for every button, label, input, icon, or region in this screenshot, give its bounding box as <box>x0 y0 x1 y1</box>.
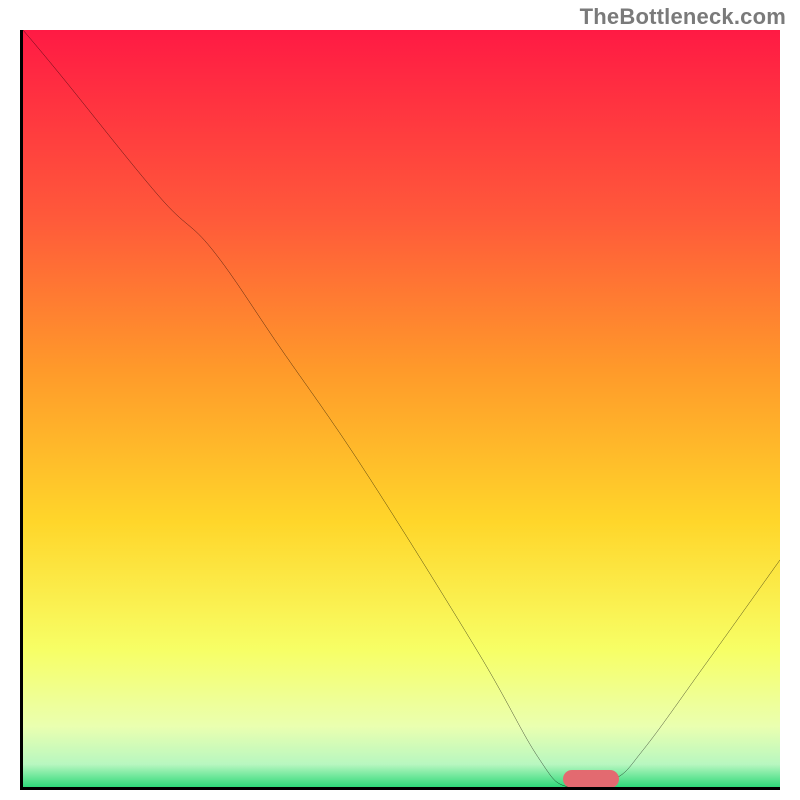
bottleneck-chart: TheBottleneck.com <box>0 0 800 800</box>
watermark-text: TheBottleneck.com <box>580 4 786 30</box>
optimal-range-marker <box>563 770 619 788</box>
plot-area <box>20 30 780 790</box>
bottleneck-curve <box>23 30 780 787</box>
